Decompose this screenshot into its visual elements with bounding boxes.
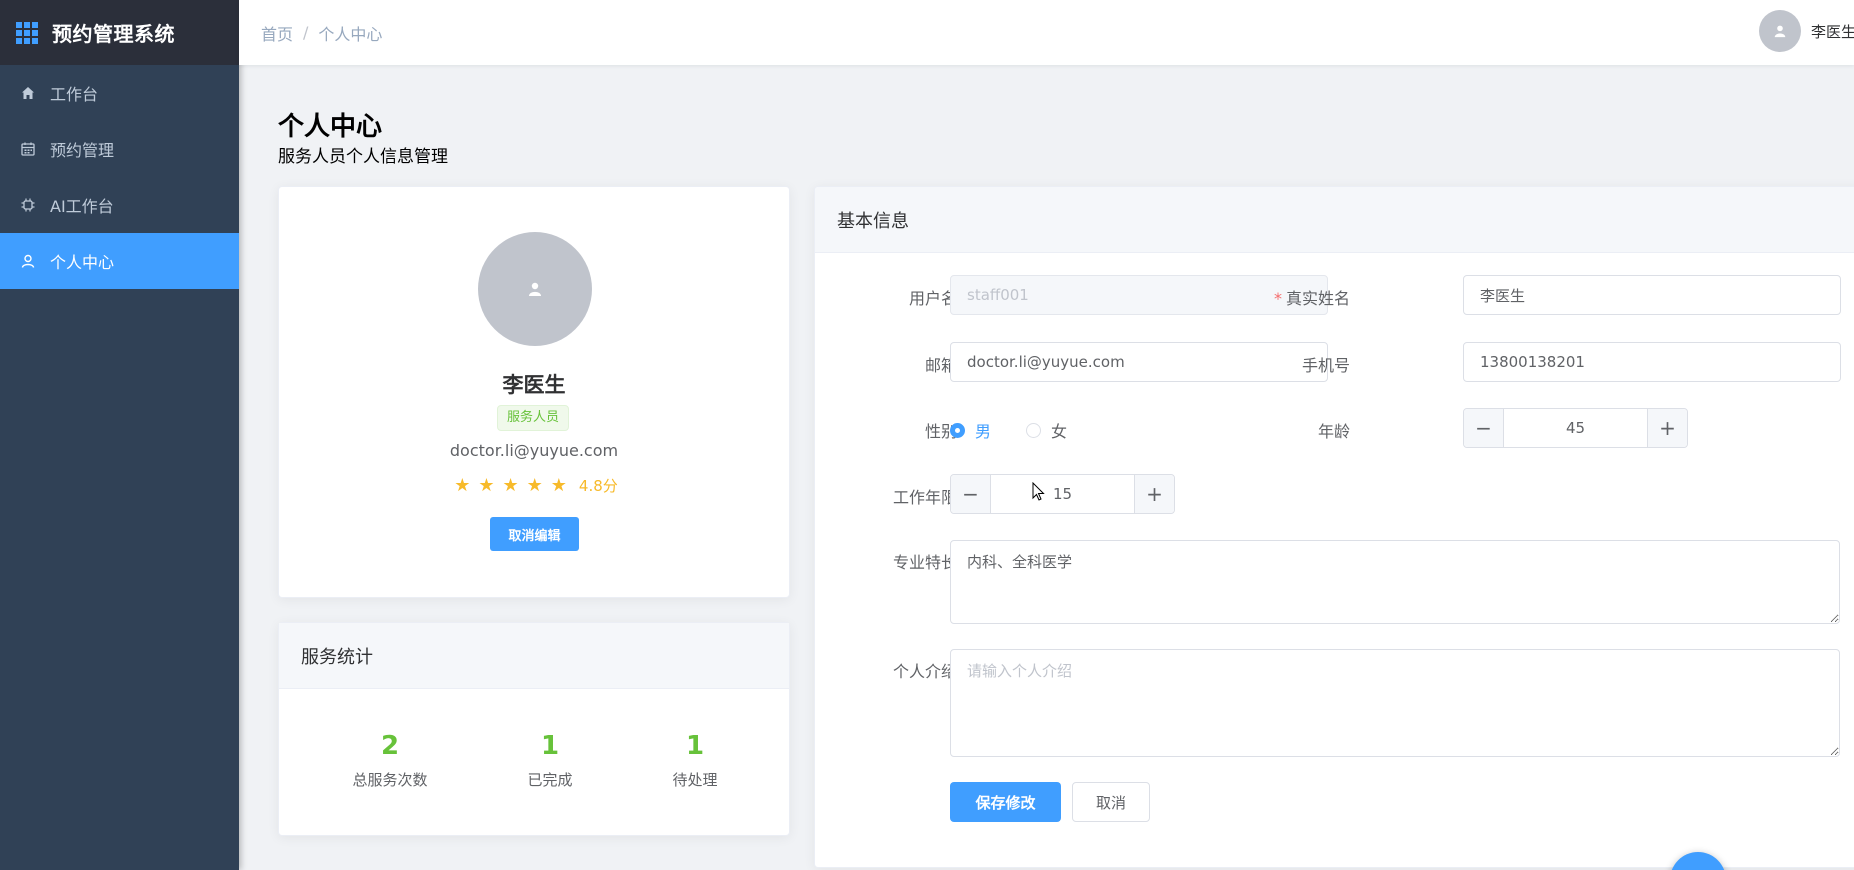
user-icon <box>529 282 541 296</box>
years-value[interactable]: 15 <box>991 475 1134 513</box>
stat-completed: 1 已完成 <box>470 731 630 790</box>
gender-radio-male[interactable]: 男 <box>950 418 991 442</box>
stat-value: 1 <box>685 731 705 761</box>
profile-name: 李医生 <box>502 373 566 397</box>
stats-card: 服务统计 2 总服务次数 1 已完成 1 待处理 <box>278 622 790 836</box>
breadcrumb-separator: / <box>303 23 309 42</box>
brand-title: 预约管理系统 <box>52 22 175 46</box>
rating: ★ ★ ★ ★ ★ 4.8分 <box>279 475 789 496</box>
breadcrumb-home[interactable]: 首页 <box>261 21 293 45</box>
sidebar-item-ai-workbench[interactable]: AI工作台 <box>0 177 239 233</box>
breadcrumb-current: 个人中心 <box>318 24 383 44</box>
years-label: 工作年限 <box>892 488 957 507</box>
chip-icon <box>20 197 36 213</box>
breadcrumb: 首页 / 个人中心 <box>261 21 382 45</box>
avatar[interactable] <box>1759 10 1801 52</box>
decrement-button[interactable]: − <box>951 475 991 513</box>
role-tag: 服务人员 <box>497 405 570 431</box>
realname-label-text: 真实姓名 <box>1285 289 1350 308</box>
realname-label: * 真实姓名 <box>1230 285 1350 309</box>
star-icon: ★ <box>526 474 543 496</box>
star-icon: ★ <box>550 474 567 496</box>
stat-value: 1 <box>540 731 560 761</box>
sidebar-item-label: 预约管理 <box>50 141 115 160</box>
save-button[interactable]: 保存修改 <box>950 782 1061 822</box>
gender-radio-female[interactable]: 女 <box>1026 418 1067 442</box>
radio-label: 男 <box>975 422 992 441</box>
required-mark: * <box>1273 289 1282 308</box>
page-subtitle: 服务人员个人信息管理 <box>278 147 448 167</box>
sidebar-item-appointments[interactable]: 预约管理 <box>0 121 239 177</box>
radio-label: 女 <box>1051 422 1068 441</box>
calendar-icon <box>20 141 36 157</box>
star-icon: ★ <box>454 474 471 496</box>
stat-value: 2 <box>380 731 400 761</box>
basic-info-title: 基本信息 <box>815 187 1854 253</box>
increment-button[interactable]: + <box>1647 409 1687 447</box>
profile-email: doctor.li@yuyue.com <box>449 441 619 460</box>
user-icon <box>1774 25 1786 38</box>
age-stepper: − 45 + <box>1463 408 1688 448</box>
years-stepper: − 15 + <box>950 474 1175 514</box>
radio-icon <box>950 422 965 438</box>
username-label: 用户名 <box>908 289 957 308</box>
stat-label: 总服务次数 <box>352 771 428 789</box>
specialty-label: 专业特长 <box>892 553 957 572</box>
age-value[interactable]: 45 <box>1504 409 1647 447</box>
page-title: 个人中心 <box>278 112 383 142</box>
intro-label: 个人介绍 <box>892 662 957 681</box>
stat-label: 待处理 <box>672 771 718 789</box>
specialty-textarea[interactable]: 内科、全科医学 <box>950 540 1840 624</box>
sidebar: 预约管理系统 工作台 预约管理 AI工作台 个人中心 <box>0 0 239 870</box>
grid-icon <box>16 21 38 44</box>
home-icon <box>20 85 36 101</box>
profile-card: 李医生 服务人员 doctor.li@yuyue.com ★ ★ ★ ★ ★ 4… <box>278 186 790 598</box>
decrement-button[interactable]: − <box>1464 409 1504 447</box>
sidebar-item-profile[interactable]: 个人中心 <box>0 233 239 289</box>
age-label: 年龄 <box>1317 422 1350 441</box>
cancel-edit-button[interactable]: 取消编辑 <box>490 517 579 551</box>
stat-pending: 1 待处理 <box>615 731 775 790</box>
phone-input[interactable] <box>1463 342 1841 382</box>
gender-label: 性别 <box>924 422 957 441</box>
sidebar-item-label: 个人中心 <box>50 253 115 272</box>
email-label: 邮箱 <box>924 356 957 375</box>
user-menu[interactable]: 李医生 <box>1759 10 1854 52</box>
rating-text: 4.8分 <box>578 477 618 495</box>
sidebar-item-label: AI工作台 <box>50 197 114 216</box>
user-icon <box>20 253 36 269</box>
sidebar-item-workbench[interactable]: 工作台 <box>0 65 239 121</box>
stat-total: 2 总服务次数 <box>310 731 470 790</box>
increment-button[interactable]: + <box>1134 475 1174 513</box>
intro-textarea[interactable] <box>950 649 1840 757</box>
top-header: 首页 / 个人中心 李医生 <box>239 0 1854 65</box>
stat-label: 已完成 <box>527 771 573 789</box>
header-username[interactable]: 李医生 <box>1811 21 1854 42</box>
stats-title: 服务统计 <box>279 623 789 689</box>
phone-label: 手机号 <box>1301 356 1350 375</box>
mouse-cursor-icon <box>1032 482 1045 501</box>
brand: 预约管理系统 <box>0 0 239 65</box>
star-icon: ★ <box>502 474 519 496</box>
basic-info-card: 基本信息 用户名 *真实姓名 邮箱 手机号 性别 男 女 年龄 − 45 + 工… <box>814 186 1854 868</box>
sidebar-item-label: 工作台 <box>50 85 99 104</box>
radio-icon <box>1026 422 1041 438</box>
star-icon: ★ <box>478 474 495 496</box>
cancel-button[interactable]: 取消 <box>1072 782 1150 822</box>
realname-input[interactable] <box>1463 275 1841 315</box>
profile-avatar <box>478 232 592 346</box>
